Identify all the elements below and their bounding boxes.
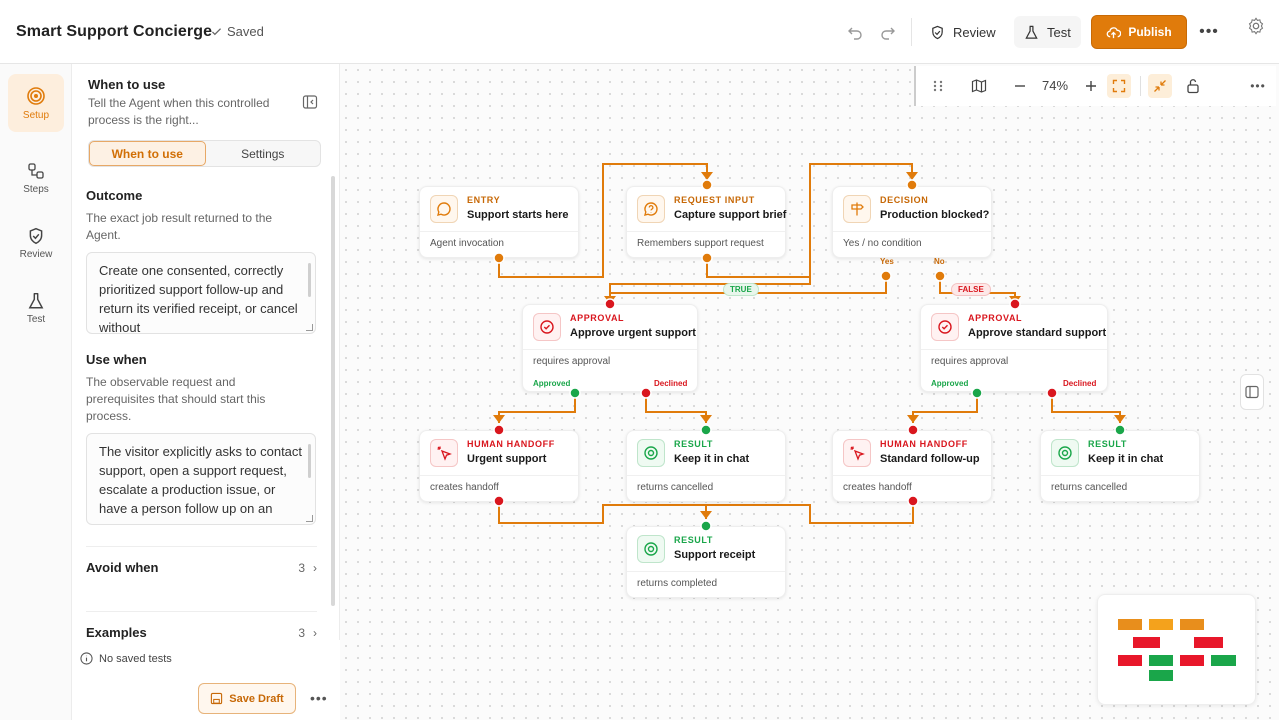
rail-item-setup[interactable]: Setup bbox=[8, 74, 64, 132]
chevron-right-icon: › bbox=[313, 625, 317, 640]
review-button[interactable]: Review bbox=[920, 16, 1006, 48]
more-menu-icon[interactable]: ••• bbox=[1197, 20, 1221, 44]
save-draft-button[interactable]: Save Draft bbox=[198, 683, 296, 714]
canvas-toolbar: 74% ••• bbox=[914, 66, 1276, 106]
fit-view-icon[interactable] bbox=[1107, 74, 1131, 98]
tab-settings[interactable]: Settings bbox=[206, 141, 321, 166]
minimap-node bbox=[1149, 670, 1173, 681]
top-bar: Smart Support Concierge Saved Review Tes… bbox=[0, 0, 1279, 64]
flask-icon bbox=[1025, 25, 1038, 39]
minimap-node bbox=[1118, 619, 1142, 630]
map-icon[interactable] bbox=[967, 74, 991, 98]
outcome-textarea[interactable]: Create one consented, correctly prioriti… bbox=[86, 252, 316, 334]
examples-row[interactable]: Examples 3 › bbox=[86, 625, 317, 640]
cloud-upload-icon bbox=[1106, 26, 1122, 38]
steps-icon bbox=[28, 162, 44, 179]
avoid-when-title: Avoid when bbox=[86, 560, 159, 575]
gear-icon[interactable] bbox=[1244, 14, 1268, 38]
use-when-value: The visitor explicitly asks to contact s… bbox=[99, 444, 303, 516]
panel-subtitle: Tell the Agent when this controlled proc… bbox=[88, 96, 270, 127]
outcome-title: Outcome bbox=[86, 188, 143, 203]
shield-check-icon bbox=[29, 227, 43, 244]
rail-item-review[interactable]: Review bbox=[8, 214, 64, 272]
examples-title: Examples bbox=[86, 625, 147, 640]
outcome-value: Create one consented, correctly prioriti… bbox=[99, 263, 298, 334]
setup-panel: When to use Tell the Agent when this con… bbox=[72, 64, 340, 720]
minimap-node bbox=[1180, 655, 1204, 666]
avoid-when-row[interactable]: Avoid when 3 › bbox=[86, 560, 317, 575]
shield-check-icon bbox=[932, 25, 943, 39]
check-icon bbox=[211, 28, 222, 36]
review-label: Review bbox=[953, 24, 996, 40]
no-saved-tests-label: No saved tests bbox=[99, 652, 172, 665]
zoom-in-icon[interactable] bbox=[1079, 74, 1103, 98]
collapse-panel-icon[interactable] bbox=[302, 94, 318, 110]
save-icon bbox=[211, 692, 223, 705]
panel-scrollbar[interactable] bbox=[331, 176, 335, 606]
panel-tabs: When to use Settings bbox=[88, 140, 321, 167]
app-title: Smart Support Concierge bbox=[16, 23, 213, 40]
panel-toggle-icon bbox=[1245, 385, 1259, 399]
minimap-node bbox=[1118, 655, 1142, 666]
panel-footer: No saved tests Save Draft ••• bbox=[72, 640, 340, 720]
info-icon bbox=[80, 652, 93, 665]
resize-handle[interactable] bbox=[306, 324, 313, 331]
minimap-node bbox=[1194, 637, 1223, 648]
target-icon bbox=[27, 86, 45, 105]
chevron-right-icon: › bbox=[313, 560, 317, 575]
saved-status: Saved bbox=[210, 24, 264, 39]
zoom-level: 74% bbox=[1042, 78, 1069, 93]
drag-handle-icon[interactable] bbox=[926, 74, 950, 98]
panel-heading: When to use bbox=[88, 77, 166, 92]
minimap-node bbox=[1149, 655, 1173, 666]
minimap-node bbox=[1149, 619, 1173, 630]
rail-item-test[interactable]: Test bbox=[8, 279, 64, 337]
no-saved-tests: No saved tests bbox=[80, 652, 172, 665]
rail-label-setup: Setup bbox=[22, 109, 50, 121]
save-draft-label: Save Draft bbox=[229, 692, 284, 705]
use-when-description: The observable request and prerequisites… bbox=[86, 375, 266, 423]
rail-item-steps[interactable]: Steps bbox=[8, 149, 64, 207]
publish-button[interactable]: Publish bbox=[1091, 15, 1187, 49]
examples-count: 3 bbox=[298, 625, 305, 640]
footer-more-icon[interactable]: ••• bbox=[310, 690, 328, 706]
collapse-arrows-icon[interactable] bbox=[1148, 74, 1172, 98]
publish-label: Publish bbox=[1128, 25, 1172, 39]
canvas-more-icon[interactable]: ••• bbox=[1246, 74, 1270, 98]
avoid-when-count: 3 bbox=[298, 560, 305, 575]
rail-label-steps: Steps bbox=[23, 183, 49, 195]
rail-label-review: Review bbox=[19, 248, 53, 260]
test-label: Test bbox=[1047, 24, 1071, 40]
right-panel-toggle[interactable] bbox=[1240, 374, 1264, 410]
minimap-node bbox=[1133, 637, 1160, 648]
minimap-node bbox=[1180, 619, 1204, 630]
resize-handle[interactable] bbox=[306, 515, 313, 522]
minimap-node bbox=[1211, 655, 1236, 666]
saved-label: Saved bbox=[227, 24, 264, 39]
outcome-description: The exact job result returned to the Age… bbox=[86, 211, 273, 242]
use-when-textarea[interactable]: The visitor explicitly asks to contact s… bbox=[86, 433, 316, 525]
redo-icon[interactable] bbox=[876, 20, 900, 44]
rail-label-test: Test bbox=[26, 313, 46, 325]
minimap[interactable] bbox=[1097, 594, 1256, 705]
test-button[interactable]: Test bbox=[1014, 16, 1081, 48]
flask-icon bbox=[28, 292, 44, 308]
unlock-icon[interactable] bbox=[1181, 74, 1205, 98]
left-rail: Setup Steps Review Test bbox=[0, 64, 72, 720]
zoom-out-icon[interactable] bbox=[1008, 74, 1032, 98]
undo-icon[interactable] bbox=[843, 20, 867, 44]
use-when-title: Use when bbox=[86, 352, 147, 367]
tab-when-to-use[interactable]: When to use bbox=[89, 141, 206, 166]
